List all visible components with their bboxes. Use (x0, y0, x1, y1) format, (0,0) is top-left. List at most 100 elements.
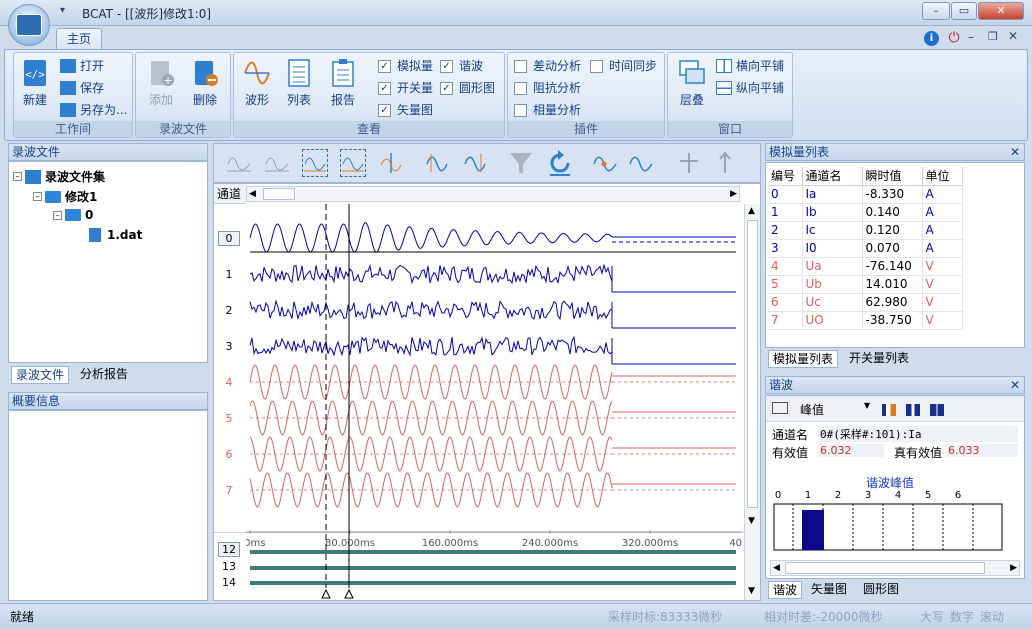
col-id[interactable]: 编号 (768, 167, 803, 186)
scroll-down-icon-2[interactable]: ▼ (748, 586, 755, 596)
tree-file[interactable]: 1.dat (89, 228, 142, 242)
scroll-down-icon[interactable]: ▼ (748, 516, 755, 526)
channel-2-label[interactable]: 2 (218, 304, 240, 317)
scroll-up-icon[interactable]: ▲ (748, 206, 755, 216)
harmonic-table-icon[interactable] (772, 402, 788, 414)
zoom-out-icon[interactable] (264, 149, 290, 177)
channel-0-label[interactable]: 0 (218, 231, 240, 246)
digital-14-label[interactable]: 14 (218, 576, 240, 589)
ribbon-restore-icon[interactable]: ❐ (988, 30, 998, 43)
vertical-scrollbar[interactable]: ▲ ▼ ▼ (744, 204, 760, 600)
vertical-scroll-thumb[interactable] (747, 220, 758, 508)
tab-circle[interactable]: 圆形图 (859, 581, 903, 599)
digital-12-label[interactable]: 12 (218, 542, 240, 557)
delete-button[interactable]: 删除 (188, 59, 222, 108)
zoom-fit-icon[interactable] (226, 149, 252, 177)
tab-record-files[interactable]: 录波文件 (11, 366, 70, 384)
waveform-icon[interactable] (628, 149, 654, 177)
timesync-checkbox[interactable]: 时间同步 (590, 57, 657, 75)
collapse-icon[interactable]: – (53, 210, 62, 220)
tab-harmonic[interactable]: 谐波 (768, 581, 803, 599)
scroll-left-icon[interactable]: ◀ (249, 187, 256, 201)
analog-row[interactable]: 0 Ia -8.330 A (768, 185, 963, 204)
channel-7-label[interactable]: 7 (218, 484, 240, 497)
help-icon[interactable]: i (924, 31, 939, 46)
bar-chart-icon-3[interactable] (930, 404, 944, 416)
cursor-left-icon[interactable] (424, 149, 450, 177)
zoom-y-icon[interactable] (340, 149, 366, 177)
collapse-icon[interactable]: – (33, 192, 42, 201)
col-name[interactable]: 通道名 (802, 167, 863, 186)
save-as-button[interactable]: 另存为... (60, 101, 127, 119)
app-menu-button[interactable] (8, 4, 50, 46)
power-icon[interactable]: ⏻ (946, 30, 962, 46)
analog-checkbox[interactable]: ✓ 模拟量 (378, 57, 433, 75)
mode-dropdown-icon[interactable]: ▼ (864, 401, 870, 410)
quick-access-dropdown-icon[interactable]: ▾ (60, 5, 65, 16)
tab-home[interactable]: 主页 (56, 28, 102, 50)
channel-1-label[interactable]: 1 (218, 268, 240, 281)
arrow-up-icon[interactable] (712, 149, 738, 177)
diff-checkbox[interactable]: 差动分析 (514, 57, 581, 75)
sample-point-icon[interactable] (592, 149, 618, 177)
bar-chart-icon-1[interactable] (882, 404, 896, 416)
open-button[interactable]: 打开 (60, 57, 104, 75)
ribbon-minimize-icon[interactable]: – (968, 30, 974, 44)
tile-vertical-button[interactable]: 纵向平铺 (716, 79, 784, 97)
analog-row[interactable]: 6 Uc 62.980 V (768, 293, 963, 312)
impedance-checkbox[interactable]: 阻抗分析 (514, 79, 581, 97)
refresh-icon[interactable] (546, 149, 572, 177)
tab-switch-list[interactable]: 开关量列表 (845, 350, 913, 368)
phase-checkbox[interactable]: 相量分析 (514, 101, 581, 119)
cascade-button[interactable]: 层叠 (672, 59, 712, 108)
channel-6-label[interactable]: 6 (218, 448, 240, 461)
list-button[interactable]: 列表 (282, 59, 316, 108)
save-button[interactable]: 保存 (60, 79, 104, 97)
vector-disabled-icon[interactable] (676, 149, 702, 177)
close-analog-panel-icon[interactable]: ✕ (1010, 144, 1020, 160)
amplitude-icon[interactable] (378, 149, 404, 177)
wave-button[interactable]: 波形 (240, 59, 274, 108)
channel-5-label[interactable]: 5 (218, 412, 240, 425)
scroll-thumb[interactable] (263, 188, 295, 200)
circle-checkbox[interactable]: ✓ 圆形图 (440, 79, 495, 97)
horizontal-scrollbar[interactable]: ◀ ▶ (246, 186, 740, 202)
scroll-right-icon[interactable]: ▶ (730, 187, 737, 201)
close-harmonic-panel-icon[interactable]: ✕ (1010, 377, 1020, 393)
analog-row[interactable]: 4 Ua -76.140 V (768, 257, 963, 276)
channel-3-label[interactable]: 3 (218, 340, 240, 353)
harmonic-scrollbar[interactable]: ◀ ▶ (770, 560, 1020, 576)
analog-row[interactable]: 2 Ic 0.120 A (768, 221, 963, 240)
harmonic-scroll-thumb[interactable] (785, 562, 985, 574)
channel-4-label[interactable]: 4 (218, 376, 240, 389)
bar-chart-icon-2[interactable] (906, 404, 920, 416)
analog-row[interactable]: 5 Ub 14.010 V (768, 275, 963, 294)
tree-child[interactable]: – 修改1 (33, 188, 97, 205)
ribbon-close-icon[interactable]: ✕ (1008, 29, 1018, 43)
tab-analog-list[interactable]: 模拟量列表 (768, 350, 839, 368)
add-button[interactable]: + 添加 (144, 59, 178, 108)
vector-checkbox[interactable]: ✓ 矢量图 (378, 101, 433, 119)
harmonic-scroll-left-icon[interactable]: ◀ (773, 561, 780, 575)
close-button[interactable]: ✕ (978, 2, 1024, 20)
new-button[interactable]: </> 新建 (18, 59, 52, 108)
report-button[interactable]: 报告 (326, 59, 360, 108)
analog-row[interactable]: 3 I0 0.070 A (768, 239, 963, 258)
switch-checkbox[interactable]: ✓ 开关量 (378, 79, 433, 97)
tab-vector[interactable]: 矢量图 (807, 581, 851, 599)
cursor-right-icon[interactable] (462, 149, 488, 177)
collapse-icon[interactable]: – (13, 172, 22, 181)
maximize-button[interactable]: ▭ (951, 2, 977, 20)
minimize-button[interactable]: – (922, 2, 950, 20)
tree-root[interactable]: – 录波文件集 (13, 168, 105, 185)
analog-row[interactable]: 1 Ib 0.140 A (768, 203, 963, 222)
col-unit[interactable]: 单位 (922, 167, 963, 186)
analog-row[interactable]: 7 UO -38.750 V (768, 311, 963, 330)
harmonic-checkbox[interactable]: ✓ 谐波 (440, 57, 483, 75)
digital-13-label[interactable]: 13 (218, 560, 240, 573)
tree-grandchild[interactable]: –0 (53, 208, 93, 222)
zoom-x-icon[interactable] (302, 149, 328, 177)
tab-analysis-report[interactable]: 分析报告 (76, 366, 132, 384)
tile-horizontal-button[interactable]: 横向平铺 (716, 57, 784, 75)
harmonic-scroll-right-icon[interactable]: ▶ (1010, 561, 1017, 575)
